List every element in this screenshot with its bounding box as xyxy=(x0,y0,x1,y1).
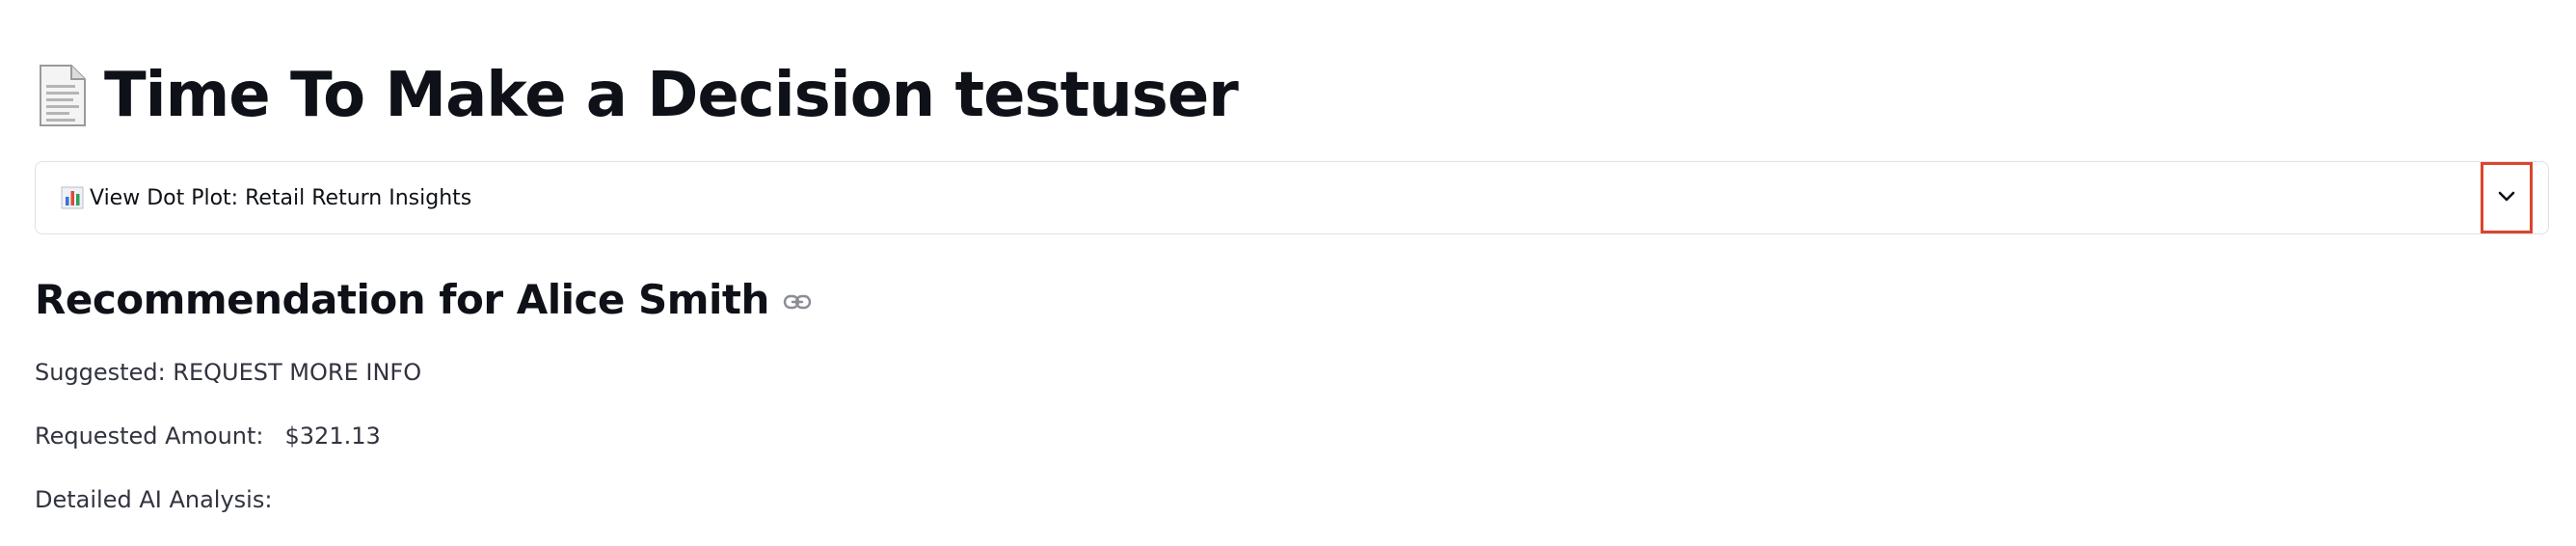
requested-amount-label: Requested Amount: xyxy=(35,423,264,450)
dot-plot-expander[interactable]: View Dot Plot: Retail Return Insights xyxy=(35,161,2549,234)
page-title-row: Time To Make a Decision testuser xyxy=(35,54,1239,137)
suggested-decision: Suggested: REQUEST MORE INFO xyxy=(35,359,422,386)
expander-toggle-button[interactable] xyxy=(2481,162,2533,233)
requested-amount: Requested Amount: $321.13 xyxy=(35,423,381,450)
requested-amount-value: $321.13 xyxy=(284,423,381,450)
chevron-down-icon xyxy=(2497,189,2516,207)
expander-header[interactable]: View Dot Plot: Retail Return Insights xyxy=(61,186,471,210)
bar-chart-icon xyxy=(61,186,84,209)
page-title: Time To Make a Decision testuser xyxy=(104,60,1239,131)
link-icon[interactable] xyxy=(783,291,812,313)
expander-label: View Dot Plot: Retail Return Insights xyxy=(90,185,472,210)
document-icon xyxy=(35,62,89,129)
recommendation-heading-row: Recommendation for Alice Smith xyxy=(35,276,812,323)
page: Time To Make a Decision testuser View Do… xyxy=(0,0,2576,546)
ai-analysis-label: Detailed AI Analysis: xyxy=(35,486,273,513)
recommendation-heading: Recommendation for Alice Smith xyxy=(35,276,769,323)
